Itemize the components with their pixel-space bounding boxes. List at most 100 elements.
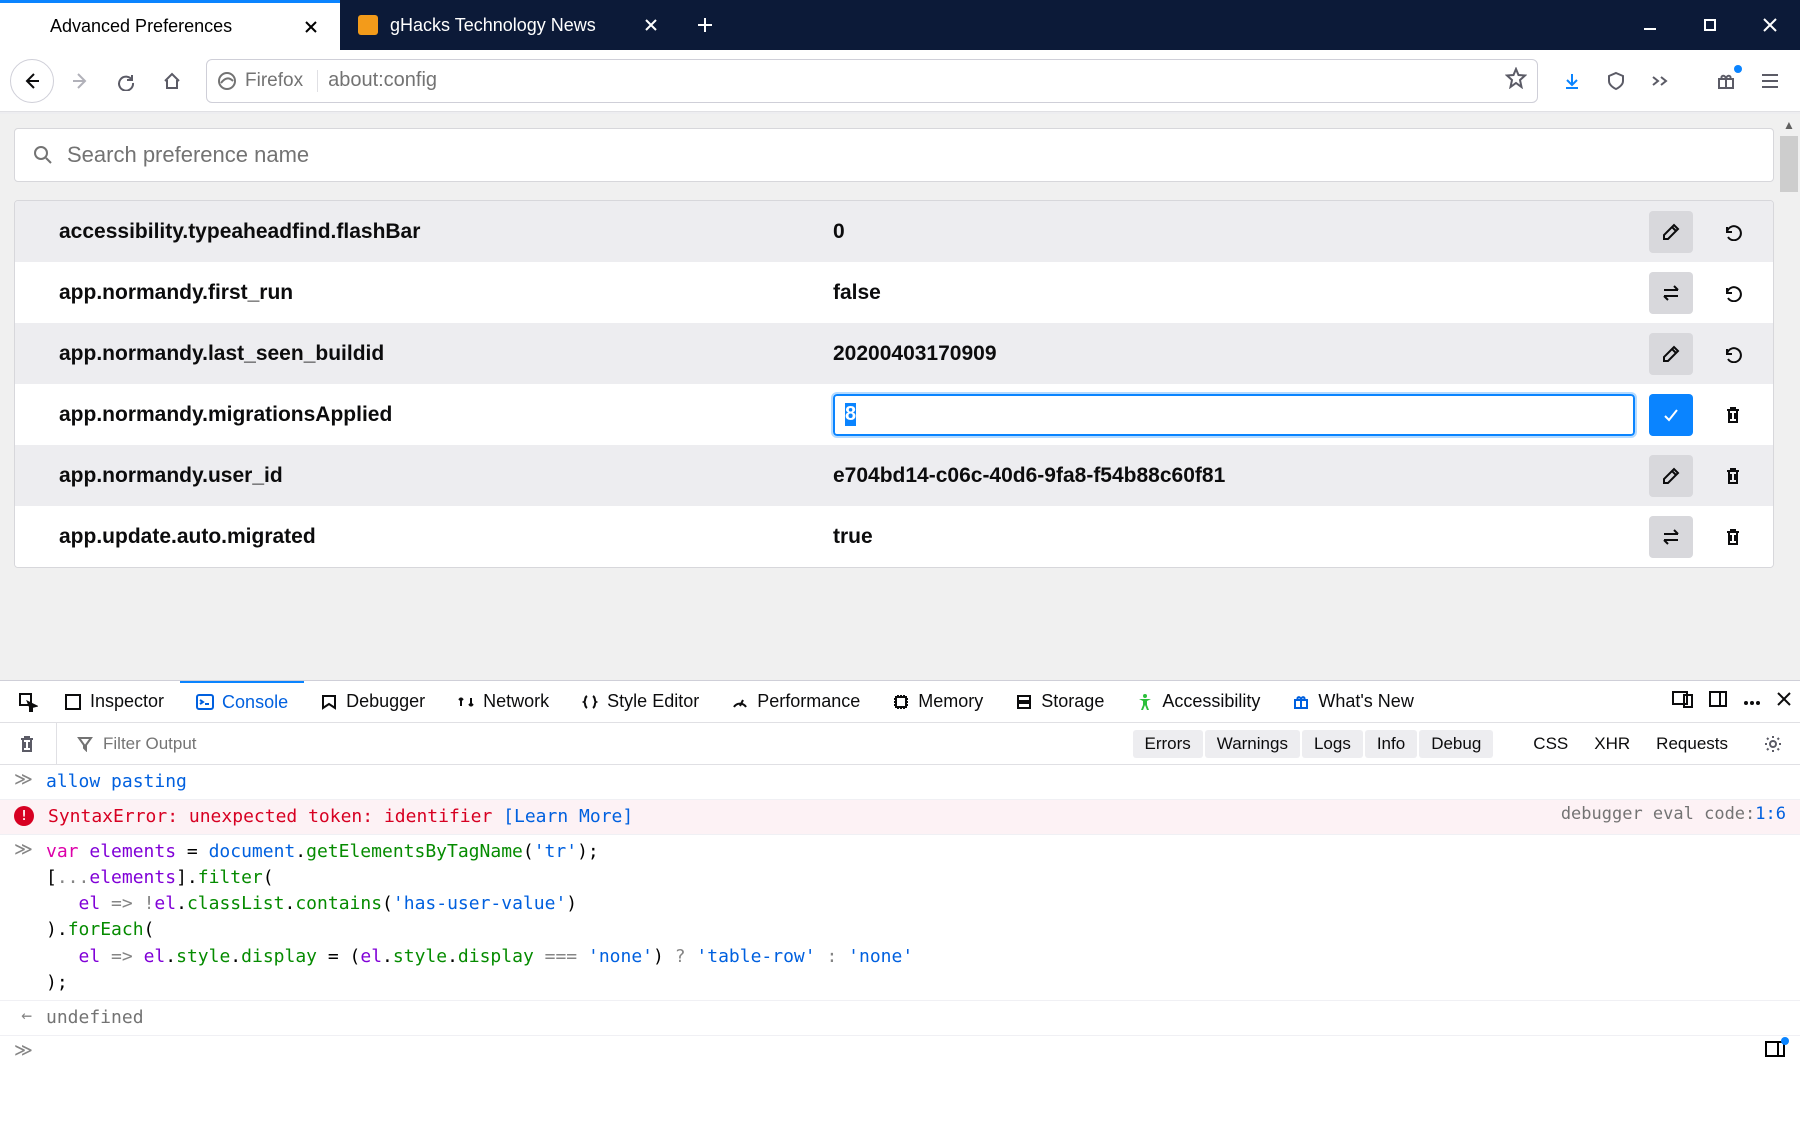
style-editor-icon <box>581 693 599 711</box>
pref-pencil-button[interactable] <box>1649 211 1693 253</box>
console-line-input: ≫ var elements = document.getElementsByT… <box>0 835 1800 1001</box>
navbar-right <box>1552 61 1790 101</box>
tab-label: Debugger <box>346 691 425 712</box>
home-icon <box>162 71 182 91</box>
app-menu-button[interactable] <box>1750 61 1790 101</box>
devtools-tab-debugger[interactable]: Debugger <box>304 681 441 722</box>
devtools-tab-inspector[interactable]: Inspector <box>48 681 180 722</box>
pref-trash-button[interactable] <box>1711 516 1755 558</box>
scrollbar-thumb[interactable] <box>1780 136 1798 192</box>
devtools-tab-performance[interactable]: Performance <box>715 681 876 722</box>
maximize-icon <box>1703 18 1717 32</box>
filter-chip-warnings[interactable]: Warnings <box>1205 730 1300 758</box>
pref-value-input[interactable] <box>833 394 1635 436</box>
pref-name: app.normandy.last_seen_buildid <box>59 342 819 366</box>
overflow-button[interactable] <box>1640 61 1680 101</box>
forward-button[interactable] <box>60 61 100 101</box>
blank-favicon <box>18 17 38 37</box>
pref-row: app.normandy.first_runfalse <box>15 262 1773 323</box>
picker-icon <box>18 692 38 712</box>
filter-chip-errors[interactable]: Errors <box>1133 730 1203 758</box>
pref-name: accessibility.typeaheadfind.flashBar <box>59 220 819 244</box>
titlebar: Advanced Preferences gHacks Technology N… <box>0 0 1800 50</box>
download-icon <box>1562 71 1582 91</box>
close-tab-button[interactable] <box>300 16 322 38</box>
console-prompt[interactable]: ≫ <box>0 1036 1800 1067</box>
back-button[interactable] <box>10 59 54 103</box>
pref-reset-button[interactable] <box>1711 333 1755 375</box>
pref-row: app.normandy.migrationsApplied <box>15 384 1773 445</box>
console-line-error: ! SyntaxError: unexpected token: identif… <box>0 800 1800 835</box>
clear-console-button[interactable] <box>12 734 42 754</box>
responsive-mode-button[interactable] <box>1672 690 1694 713</box>
bookmark-star-button[interactable] <box>1505 67 1527 94</box>
gear-icon <box>1763 734 1783 754</box>
pref-value: false <box>833 281 881 304</box>
trash-icon <box>1724 405 1742 425</box>
reset-icon <box>1722 223 1744 241</box>
url-text: about:config <box>328 69 1495 92</box>
window-close-button[interactable] <box>1740 0 1800 50</box>
filter-chip-logs[interactable]: Logs <box>1302 730 1363 758</box>
pref-save-button[interactable] <box>1649 394 1693 436</box>
console-settings-button[interactable] <box>1758 734 1788 754</box>
tab-advanced-preferences[interactable]: Advanced Preferences <box>0 0 340 50</box>
pencil-icon <box>1661 344 1681 364</box>
downloads-button[interactable] <box>1552 61 1592 101</box>
pref-trash-button[interactable] <box>1711 394 1755 436</box>
pencil-icon <box>1661 466 1681 486</box>
minimize-icon <box>1642 17 1658 33</box>
filter-chip-css[interactable]: CSS <box>1521 730 1580 758</box>
close-icon <box>1776 691 1792 707</box>
devtools-tab-console[interactable]: Console <box>180 681 304 722</box>
tab-label: Storage <box>1041 691 1104 712</box>
pref-reset-button[interactable] <box>1711 211 1755 253</box>
split-console-button[interactable] <box>1764 1040 1786 1063</box>
console-filter-input[interactable] <box>103 734 303 754</box>
new-tab-button[interactable] <box>680 0 730 50</box>
reload-button[interactable] <box>106 61 146 101</box>
pref-reset-button[interactable] <box>1711 272 1755 314</box>
devtools-tab-style-editor[interactable]: Style Editor <box>565 681 715 722</box>
identity-box[interactable]: Firefox <box>217 70 318 92</box>
tab-label: Accessibility <box>1162 691 1260 712</box>
pref-pencil-button[interactable] <box>1649 455 1693 497</box>
devtools-tab-storage[interactable]: Storage <box>999 681 1120 722</box>
url-bar[interactable]: Firefox about:config <box>206 59 1538 103</box>
learn-more-link[interactable]: [Learn More] <box>503 806 633 827</box>
shield-icon <box>1606 71 1626 91</box>
close-devtools-button[interactable] <box>1776 691 1792 712</box>
more-button[interactable] <box>1742 691 1762 712</box>
shield-button[interactable] <box>1596 61 1636 101</box>
pref-toggle-button[interactable] <box>1649 516 1693 558</box>
devtools-tab-network[interactable]: Network <box>441 681 565 722</box>
element-picker-button[interactable] <box>8 681 48 722</box>
rdm-icon <box>1672 690 1694 708</box>
window-maximize-button[interactable] <box>1680 0 1740 50</box>
pref-pencil-button[interactable] <box>1649 333 1693 375</box>
devtools-tab-memory[interactable]: Memory <box>876 681 999 722</box>
filter-chip-xhr[interactable]: XHR <box>1582 730 1642 758</box>
filter-chip-info[interactable]: Info <box>1365 730 1417 758</box>
pref-value: true <box>833 525 873 548</box>
pref-search-input[interactable]: Search preference name <box>14 128 1774 182</box>
filter-chip-requests[interactable]: Requests <box>1644 730 1740 758</box>
vertical-scrollbar[interactable]: ▲ <box>1778 114 1800 680</box>
filter-chip-debug[interactable]: Debug <box>1419 730 1493 758</box>
close-tab-button[interactable] <box>640 14 662 36</box>
whats-new-button[interactable] <box>1706 61 1746 101</box>
devtools-tab-accessibility[interactable]: Accessibility <box>1120 681 1276 722</box>
tab-ghacks[interactable]: gHacks Technology News <box>340 0 680 50</box>
console-output[interactable]: ≫ allow pasting ! SyntaxError: unexpecte… <box>0 765 1800 1140</box>
home-button[interactable] <box>152 61 192 101</box>
devtools-tab-whats-new[interactable]: What's New <box>1276 681 1429 722</box>
dock-button[interactable] <box>1708 690 1728 713</box>
pref-trash-button[interactable] <box>1711 455 1755 497</box>
pref-toggle-button[interactable] <box>1649 272 1693 314</box>
window-minimize-button[interactable] <box>1620 0 1680 50</box>
arrow-right-icon <box>70 71 90 91</box>
star-icon <box>1505 67 1527 89</box>
error-location[interactable]: debugger eval code:1:6 <box>1561 804 1786 824</box>
scroll-up-icon: ▲ <box>1778 114 1800 136</box>
tab-label: Network <box>483 691 549 712</box>
